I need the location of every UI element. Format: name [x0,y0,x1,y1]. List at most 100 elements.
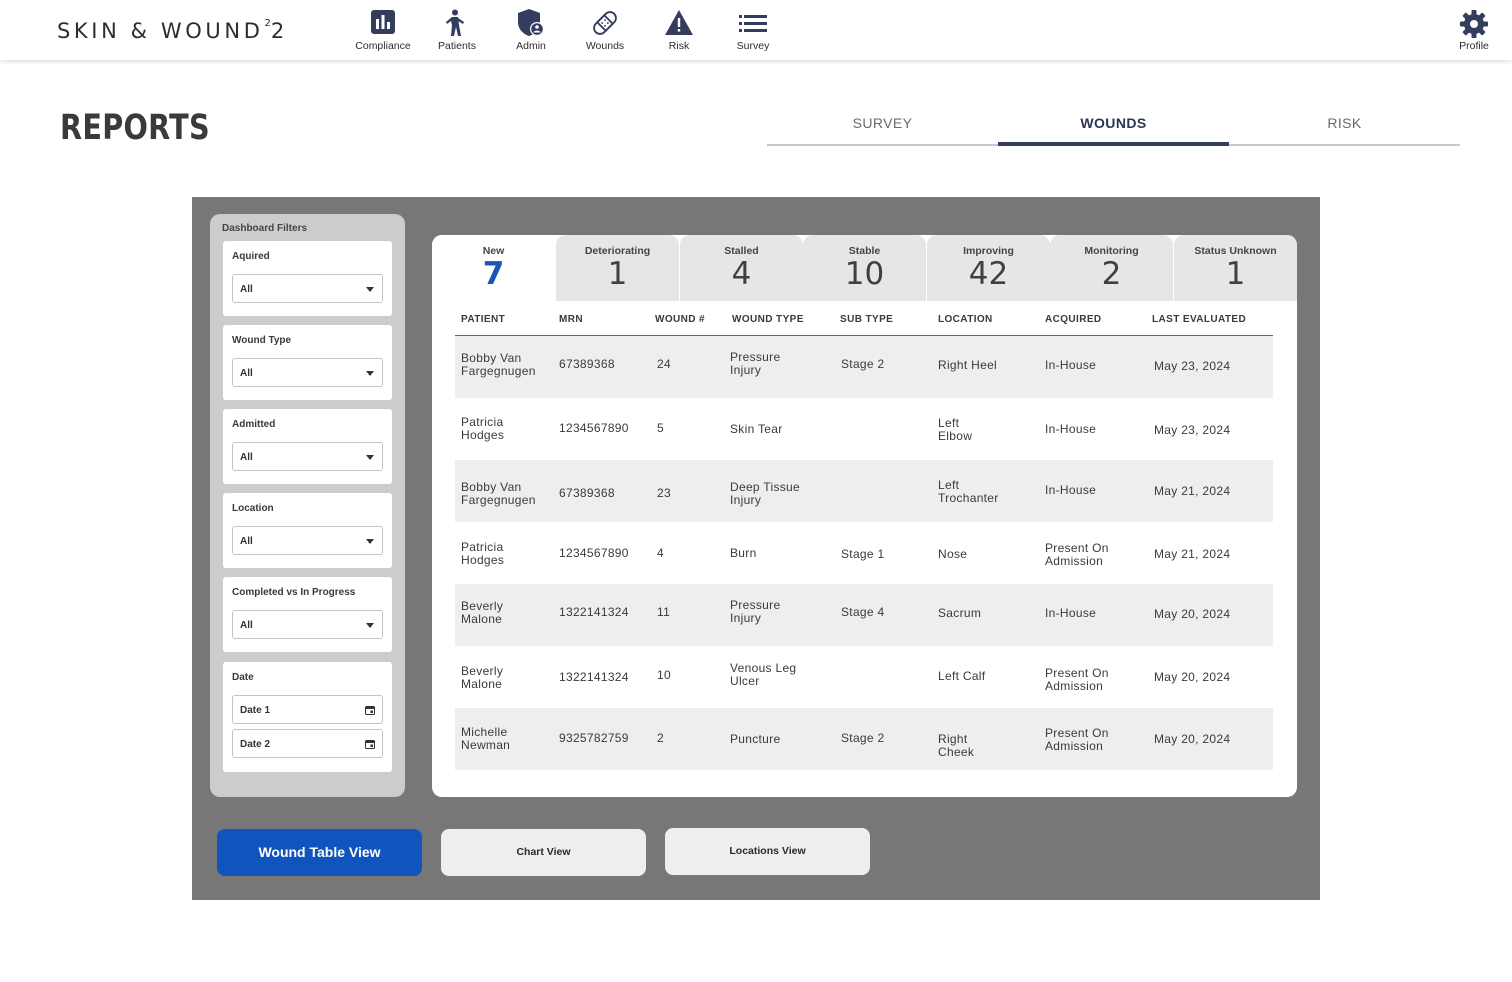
cell-patient: Beverly Malone [461,664,504,691]
nav-compliance[interactable]: Compliance [346,8,420,52]
status-tab-improving[interactable]: Improving 42 [927,235,1050,301]
gear-icon [1460,10,1488,38]
cell-acquired: Present On Admission [1045,541,1109,568]
location-select[interactable]: All [232,526,383,555]
cell-acquired: In-House [1045,422,1097,436]
profile-button[interactable]: Profile [1454,9,1494,52]
cell-mrn: 1234567890 [559,546,629,560]
select-value: All [240,536,253,547]
status-count: 1 [1225,256,1246,292]
status-tab-monitoring[interactable]: Monitoring 2 [1050,235,1173,301]
cell-patient: Bobby Van Fargegnugen [461,480,536,507]
cell-last-evaluated: May 23, 2024 [1154,423,1231,437]
nav-patients[interactable]: Patients [420,8,494,52]
locations-view-button[interactable]: Locations View [665,828,870,875]
cell-last-evaluated: May 20, 2024 [1154,607,1231,621]
cell-sub-type: Stage 4 [841,605,885,619]
cell-location: Nose [938,547,968,561]
table-row[interactable]: Beverly Malone 1322141324 10 Venous Leg … [455,646,1273,708]
column-header-last-evaluated[interactable]: LAST EVALUATED [1152,314,1246,325]
status-tab-new[interactable]: New 7 [432,235,555,301]
nav-label: Patients [438,40,476,52]
cell-location: Sacrum [938,606,982,620]
cell-wound-number: 11 [657,605,671,619]
column-header-mrn[interactable]: MRN [559,314,583,325]
cell-last-evaluated: May 23, 2024 [1154,359,1231,373]
caret-down-icon [366,539,374,544]
filters-title: Dashboard Filters [222,223,308,234]
filter-label: Aquired [232,251,270,262]
calendar-icon [365,740,375,749]
nav-wounds[interactable]: Wounds [568,8,642,52]
brand-logo[interactable]: SKIN & WOUND22 [57,18,288,43]
table-row[interactable]: Bobby Van Fargegnugen 67389368 24 Pressu… [455,336,1273,398]
acquired-select[interactable]: All [232,274,383,303]
cell-location: Right Cheek [938,732,975,759]
filter-admitted: Admitted All [223,409,392,484]
filter-location: Location All [223,493,392,568]
cell-acquired: In-House [1045,358,1097,372]
list-icon [739,15,767,32]
cell-wound-number: 24 [657,357,671,371]
status-count: 42 [968,256,1009,292]
cell-patient: Beverly Malone [461,599,504,626]
cell-wound-number: 4 [657,546,664,560]
cell-acquired: Present On Admission [1045,726,1109,753]
select-value: All [240,620,253,631]
warning-icon [665,10,693,35]
table-row[interactable]: Patricia Hodges 1234567890 5 Skin Tear L… [455,398,1273,460]
cell-last-evaluated: May 21, 2024 [1154,547,1231,561]
nav-admin[interactable]: Admin [494,8,568,52]
calendar-icon [365,706,375,715]
table-row[interactable]: Patricia Hodges 1234567890 4 Burn Stage … [455,522,1273,584]
cell-mrn: 9325782759 [559,731,629,745]
chart-view-button[interactable]: Chart View [441,829,646,876]
date-value: Date 1 [240,705,271,716]
cell-last-evaluated: May 21, 2024 [1154,484,1231,498]
wound-type-select[interactable]: All [232,358,383,387]
column-header-wound-type[interactable]: WOUND TYPE [732,314,804,325]
dashboard-filters-panel: Dashboard Filters Aquired All Wound Type… [210,214,405,797]
status-count: 2 [1101,256,1122,292]
nav-risk[interactable]: Risk [642,8,716,52]
column-header-patient[interactable]: PATIENT [461,314,505,325]
date-2-input[interactable]: Date 2 [232,729,383,758]
caret-down-icon [366,623,374,628]
tab-risk[interactable]: RISK [1229,104,1460,144]
status-count: 4 [731,256,752,292]
select-value: All [240,452,253,463]
cell-sub-type: Stage 1 [841,547,885,561]
column-header-acquired[interactable]: ACQUIRED [1045,314,1102,325]
status-tab-stable[interactable]: Stable 10 [803,235,926,301]
tab-wounds[interactable]: WOUNDS [998,104,1229,146]
cell-last-evaluated: May 20, 2024 [1154,732,1231,746]
table-row[interactable]: Beverly Malone 1322141324 11 Pressure In… [455,584,1273,646]
cell-wound-number: 5 [657,421,664,435]
admin-shield-icon [518,9,544,36]
cell-wound-number: 23 [657,486,671,500]
admitted-select[interactable]: All [232,442,383,471]
status-tab-stalled[interactable]: Stalled 4 [680,235,803,301]
column-header-wound-number[interactable]: WOUND # [655,314,705,325]
filter-acquired: Aquired All [223,241,392,316]
completion-select[interactable]: All [232,610,383,639]
table-row[interactable]: Bobby Van Fargegnugen 67389368 23 Deep T… [455,460,1273,522]
tab-survey[interactable]: SURVEY [767,104,998,144]
status-tab-deteriorating[interactable]: Deteriorating 1 [556,235,679,301]
column-header-location[interactable]: LOCATION [938,314,993,325]
status-count: 10 [844,256,885,292]
cell-location: Left Calf [938,669,986,683]
filter-label: Location [232,503,274,514]
caret-down-icon [366,371,374,376]
status-tab-unknown[interactable]: Status Unknown 1 [1174,235,1297,301]
table-header: PATIENT MRN WOUND # WOUND TYPE SUB TYPE … [455,314,1273,336]
person-icon [446,9,464,36]
nav-survey[interactable]: Survey [716,8,790,52]
column-header-sub-type[interactable]: SUB TYPE [840,314,893,325]
date-1-input[interactable]: Date 1 [232,695,383,724]
table-row[interactable]: Michelle Newman 9325782759 2 Puncture St… [455,708,1273,770]
cell-mrn: 67389368 [559,357,615,371]
cell-last-evaluated: May 20, 2024 [1154,670,1231,684]
cell-sub-type: Stage 2 [841,357,885,371]
wound-table-view-button[interactable]: Wound Table View [217,829,422,876]
